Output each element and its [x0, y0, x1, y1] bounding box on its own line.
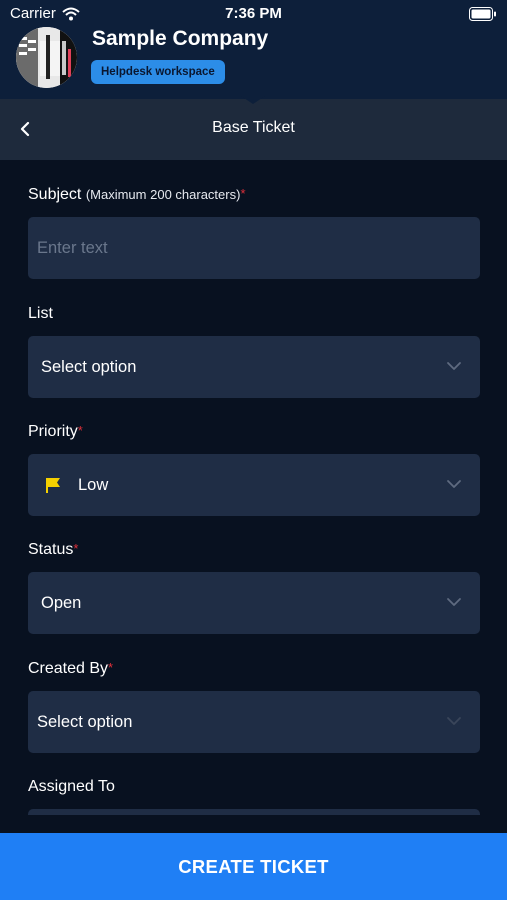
status-bar: Carrier 7:36 PM: [0, 0, 507, 28]
required-mark: *: [108, 660, 114, 675]
required-mark: *: [240, 186, 246, 201]
battery-icon: [469, 7, 496, 21]
status-value: Open: [41, 593, 82, 612]
status-select[interactable]: Open: [28, 572, 480, 634]
assigned-to-label-text: Assigned To: [28, 778, 115, 795]
ticket-form: Subject (Maximum 200 characters)* Enter …: [28, 160, 480, 815]
create-ticket-button[interactable]: CREATE TICKET: [0, 833, 507, 900]
subject-label: Subject (Maximum 200 characters)*: [28, 186, 246, 204]
required-mark: *: [77, 423, 83, 438]
chevron-down-icon: [447, 717, 461, 725]
status-label-text: Status: [28, 541, 74, 558]
created-by-value: Select option: [37, 712, 133, 731]
nav-bar: Base Ticket: [0, 99, 507, 160]
list-label-text: List: [28, 305, 53, 322]
chevron-down-icon: [447, 362, 461, 370]
workspace-badge[interactable]: Helpdesk workspace: [91, 60, 225, 84]
company-avatar[interactable]: [16, 27, 77, 88]
created-by-label-text: Created By: [28, 660, 109, 677]
chevron-down-icon: [447, 480, 461, 488]
subject-hint: (Maximum 200 characters): [85, 187, 241, 202]
subject-label-text: Subject: [28, 186, 82, 203]
avatar-image: [16, 27, 77, 88]
list-select[interactable]: Select option: [28, 336, 480, 398]
required-mark: *: [73, 541, 79, 556]
company-name: Sample Company: [92, 27, 269, 50]
subject-input[interactable]: Enter text: [28, 217, 480, 279]
page-title: Base Ticket: [212, 119, 295, 136]
priority-label-text: Priority: [28, 423, 78, 440]
chevron-down-icon: [447, 598, 461, 606]
created-by-label: Created By*: [28, 660, 113, 678]
list-value: Select option: [41, 357, 137, 376]
subject-placeholder: Enter text: [37, 238, 108, 257]
clock: 7:36 PM: [225, 5, 282, 22]
assigned-to-select[interactable]: [28, 809, 480, 815]
priority-label: Priority*: [28, 423, 83, 441]
list-label: List: [28, 305, 53, 323]
priority-select[interactable]: Low: [28, 454, 480, 516]
priority-value: Low: [78, 475, 109, 494]
assigned-to-label: Assigned To: [28, 778, 115, 796]
flag-icon: [46, 478, 60, 493]
status-label: Status*: [28, 541, 78, 559]
created-by-select[interactable]: Select option: [28, 691, 480, 753]
header-notch: [241, 96, 265, 104]
